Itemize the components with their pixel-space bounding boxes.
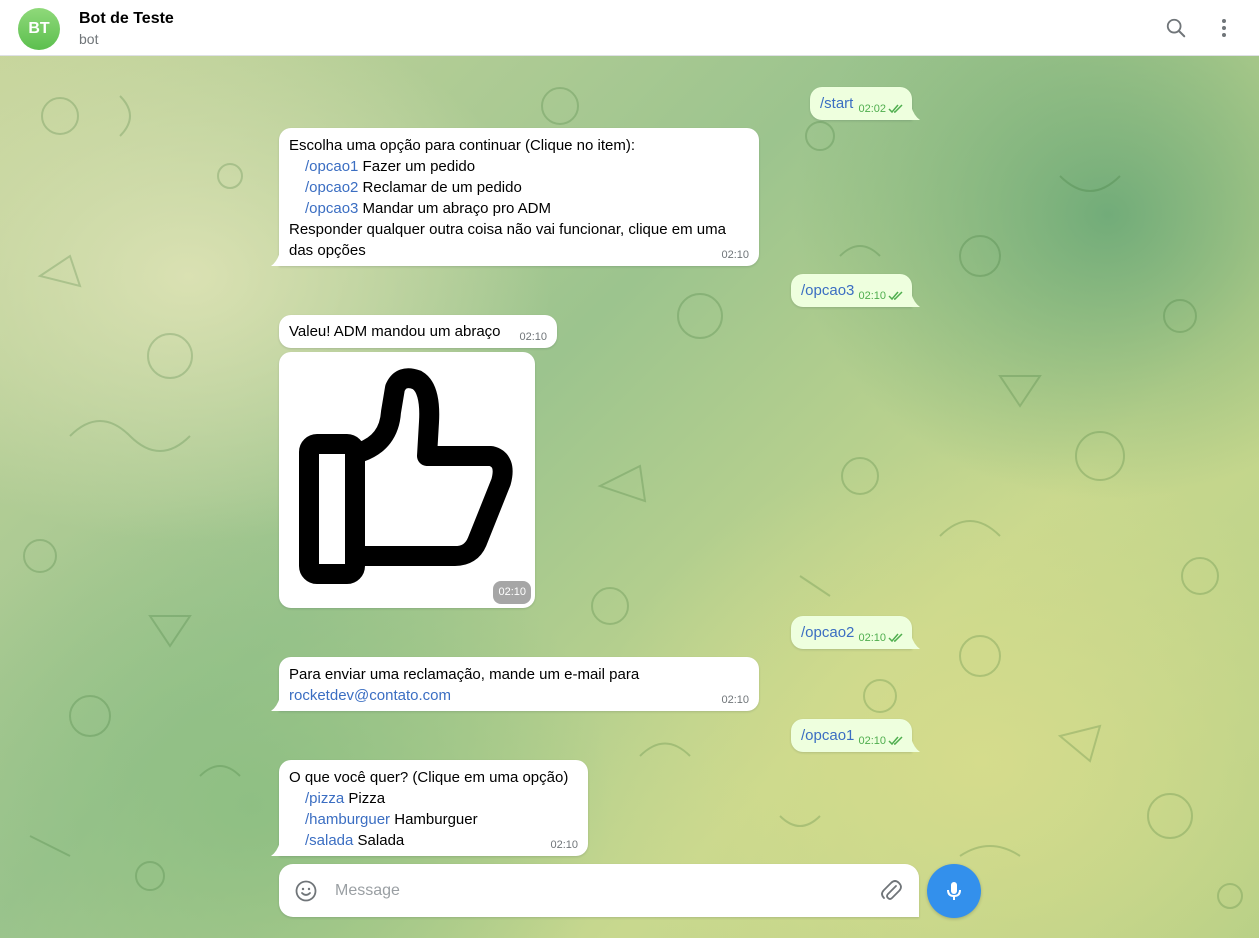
attach-button[interactable] — [879, 878, 903, 909]
message-time: 02:02 — [858, 103, 904, 116]
outgoing-message[interactable]: /opcao2 02:10 — [791, 616, 920, 649]
option-label: Pizza — [344, 790, 386, 807]
more-vertical-icon — [1222, 19, 1226, 37]
chat-background: /start 02:02 Escolha uma opção para cont… — [0, 56, 1259, 938]
command-link[interactable]: /hamburguer — [305, 811, 390, 828]
double-check-icon — [888, 736, 903, 746]
command-link[interactable]: /start — [820, 95, 853, 112]
message-time: 02:10 — [721, 249, 749, 261]
command-link[interactable]: /opcao3 — [801, 282, 854, 299]
message-text: Para enviar uma reclamação, mande um e-m… — [289, 666, 640, 683]
search-icon — [1166, 18, 1186, 38]
sticker-message[interactable]: 02:10 — [279, 352, 535, 608]
option-row: /pizza Pizza — [289, 788, 578, 809]
voice-record-button[interactable] — [927, 864, 981, 918]
option-row: /hamburguer Hamburguer — [289, 809, 578, 830]
avatar-initials: BT — [28, 20, 50, 37]
avatar[interactable]: BT — [18, 8, 60, 50]
more-menu-button[interactable] — [1210, 14, 1238, 42]
incoming-message: Para enviar uma reclamação, mande um e-m… — [271, 657, 759, 711]
emoji-button[interactable] — [294, 879, 318, 908]
double-check-icon — [888, 633, 903, 643]
option-label: Fazer um pedido — [358, 158, 476, 175]
option-label: Hamburguer — [390, 811, 478, 828]
option-label: Mandar um abraço pro ADM — [358, 200, 551, 217]
message-time: 02:10 — [721, 694, 749, 706]
command-link[interactable]: /opcao1 — [801, 727, 854, 744]
command-link[interactable]: /opcao2 — [801, 624, 854, 641]
message-time: 02:10 — [493, 581, 531, 604]
message-text: Responder qualquer outra coisa não vai f… — [289, 221, 726, 259]
outgoing-message[interactable]: /opcao3 02:10 — [791, 274, 920, 307]
command-link[interactable]: /opcao1 — [305, 158, 358, 175]
thumbs-up-icon — [299, 368, 513, 584]
chat-title[interactable]: Bot de Teste — [79, 10, 174, 28]
double-check-icon — [888, 104, 903, 114]
option-row: /opcao1 Fazer um pedido — [289, 156, 749, 177]
command-link[interactable]: /pizza — [305, 790, 344, 807]
chat-status: bot — [79, 31, 99, 47]
microphone-icon — [947, 882, 961, 900]
outgoing-message[interactable]: /start 02:02 — [810, 87, 920, 120]
double-check-icon — [888, 291, 903, 301]
option-row: /opcao2 Reclamar de um pedido — [289, 177, 749, 198]
message-time: 02:10 — [858, 735, 904, 748]
option-row: /salada Salada — [289, 830, 578, 851]
message-time: 02:10 — [519, 331, 547, 343]
command-link[interactable]: /salada — [305, 832, 353, 849]
incoming-message: Escolha uma opção para continuar (Clique… — [271, 128, 759, 266]
option-label: Salada — [353, 832, 405, 849]
command-link[interactable]: /opcao3 — [305, 200, 358, 217]
search-button[interactable] — [1162, 14, 1190, 42]
command-link[interactable]: /opcao2 — [305, 179, 358, 196]
outgoing-message[interactable]: /opcao1 02:10 — [791, 719, 920, 752]
message-input[interactable] — [333, 879, 857, 903]
incoming-message: Valeu! ADM mandou um abraço 02:10 — [279, 315, 557, 348]
message-time: 02:10 — [858, 632, 904, 645]
option-label: Reclamar de um pedido — [358, 179, 522, 196]
option-row: /opcao3 Mandar um abraço pro ADM — [289, 198, 749, 219]
message-text: O que você quer? (Clique em uma opção) — [289, 769, 569, 786]
paperclip-icon — [881, 880, 902, 900]
message-time: 02:10 — [858, 290, 904, 303]
message-composer — [279, 864, 919, 917]
email-link[interactable]: rocketdev@contato.com — [289, 687, 451, 704]
message-time: 02:10 — [550, 839, 578, 851]
smile-icon — [295, 880, 317, 902]
message-text: Escolha uma opção para continuar (Clique… — [289, 137, 636, 154]
incoming-message: O que você quer? (Clique em uma opção) /… — [271, 760, 588, 856]
message-text: Valeu! ADM mandou um abraço — [289, 323, 501, 340]
chat-header: BT Bot de Teste bot — [0, 0, 1259, 56]
